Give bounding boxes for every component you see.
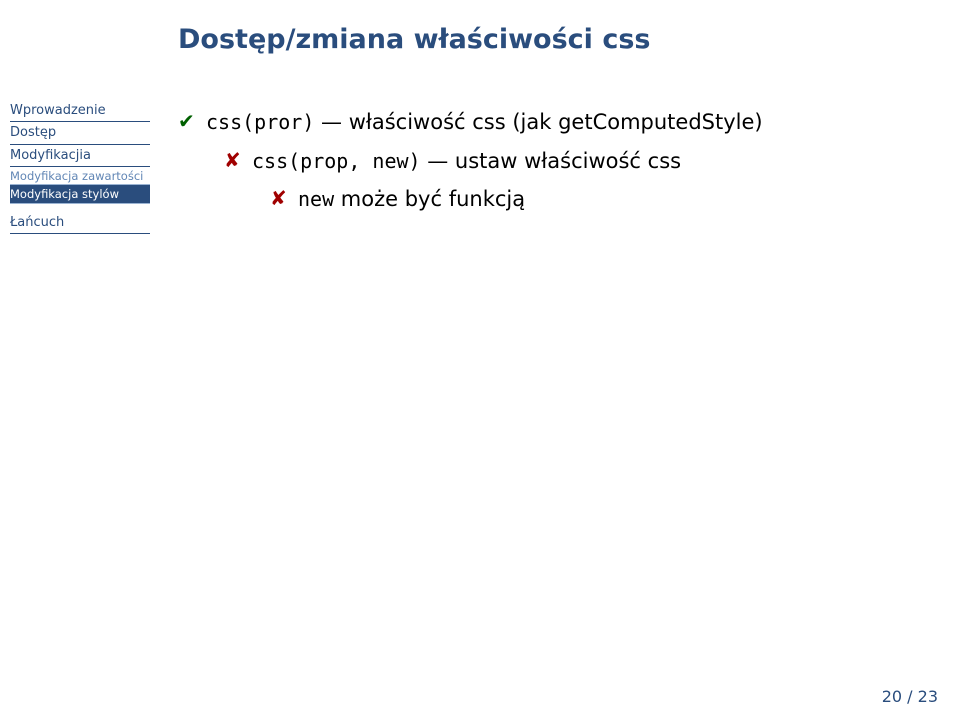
- page-number: 20 / 23: [882, 687, 938, 706]
- sidebar-item-lancuch[interactable]: Łańcuch: [10, 212, 150, 234]
- sidebar-sub-modyfikacja-stylow[interactable]: Modyfikacja stylów: [10, 185, 150, 203]
- x-icon: ✘: [270, 183, 298, 214]
- check-icon: ✔: [178, 106, 206, 137]
- code-css-prop-new: css(prop, new): [252, 149, 421, 173]
- sidebar-item-wprowadzenie[interactable]: Wprowadzenie: [10, 100, 150, 122]
- sidebar: Wprowadzenie Dostęp Modyfikacjia Modyfik…: [10, 100, 150, 234]
- bullet-item-3: ✘ new może być funkcją: [270, 183, 898, 216]
- bullet-item-2: ✘ css(prop, new) — ustaw właściwość css: [224, 145, 898, 178]
- bullet-text-2: css(prop, new) — ustaw właściwość css: [252, 145, 898, 178]
- sidebar-item-modyfikacjia[interactable]: Modyfikacjia: [10, 145, 150, 167]
- bullet-item-1: ✔ css(pror) — właściwość css (jak getCom…: [178, 106, 898, 139]
- slide-title: Dostęp/zmiana właściwości css: [178, 24, 651, 55]
- page-current: 20: [882, 687, 902, 706]
- text-3-rest: może być funkcją: [334, 187, 525, 211]
- code-css-pror: css(pror): [206, 110, 314, 134]
- text-1-rest: — właściwość css (jak getComputedStyle): [314, 110, 762, 134]
- x-icon: ✘: [224, 145, 252, 176]
- bullet-text-1: css(pror) — właściwość css (jak getCompu…: [206, 106, 898, 139]
- text-2-rest: — ustaw właściwość css: [421, 149, 682, 173]
- content-area: ✔ css(pror) — właściwość css (jak getCom…: [178, 106, 898, 222]
- sidebar-item-dostep[interactable]: Dostęp: [10, 122, 150, 144]
- bullet-text-3: new może być funkcją: [298, 183, 898, 216]
- page-total: 23: [918, 687, 938, 706]
- code-new: new: [298, 187, 334, 211]
- sidebar-sub-modyfikacja-zawartosci[interactable]: Modyfikacja zawartości: [10, 167, 150, 185]
